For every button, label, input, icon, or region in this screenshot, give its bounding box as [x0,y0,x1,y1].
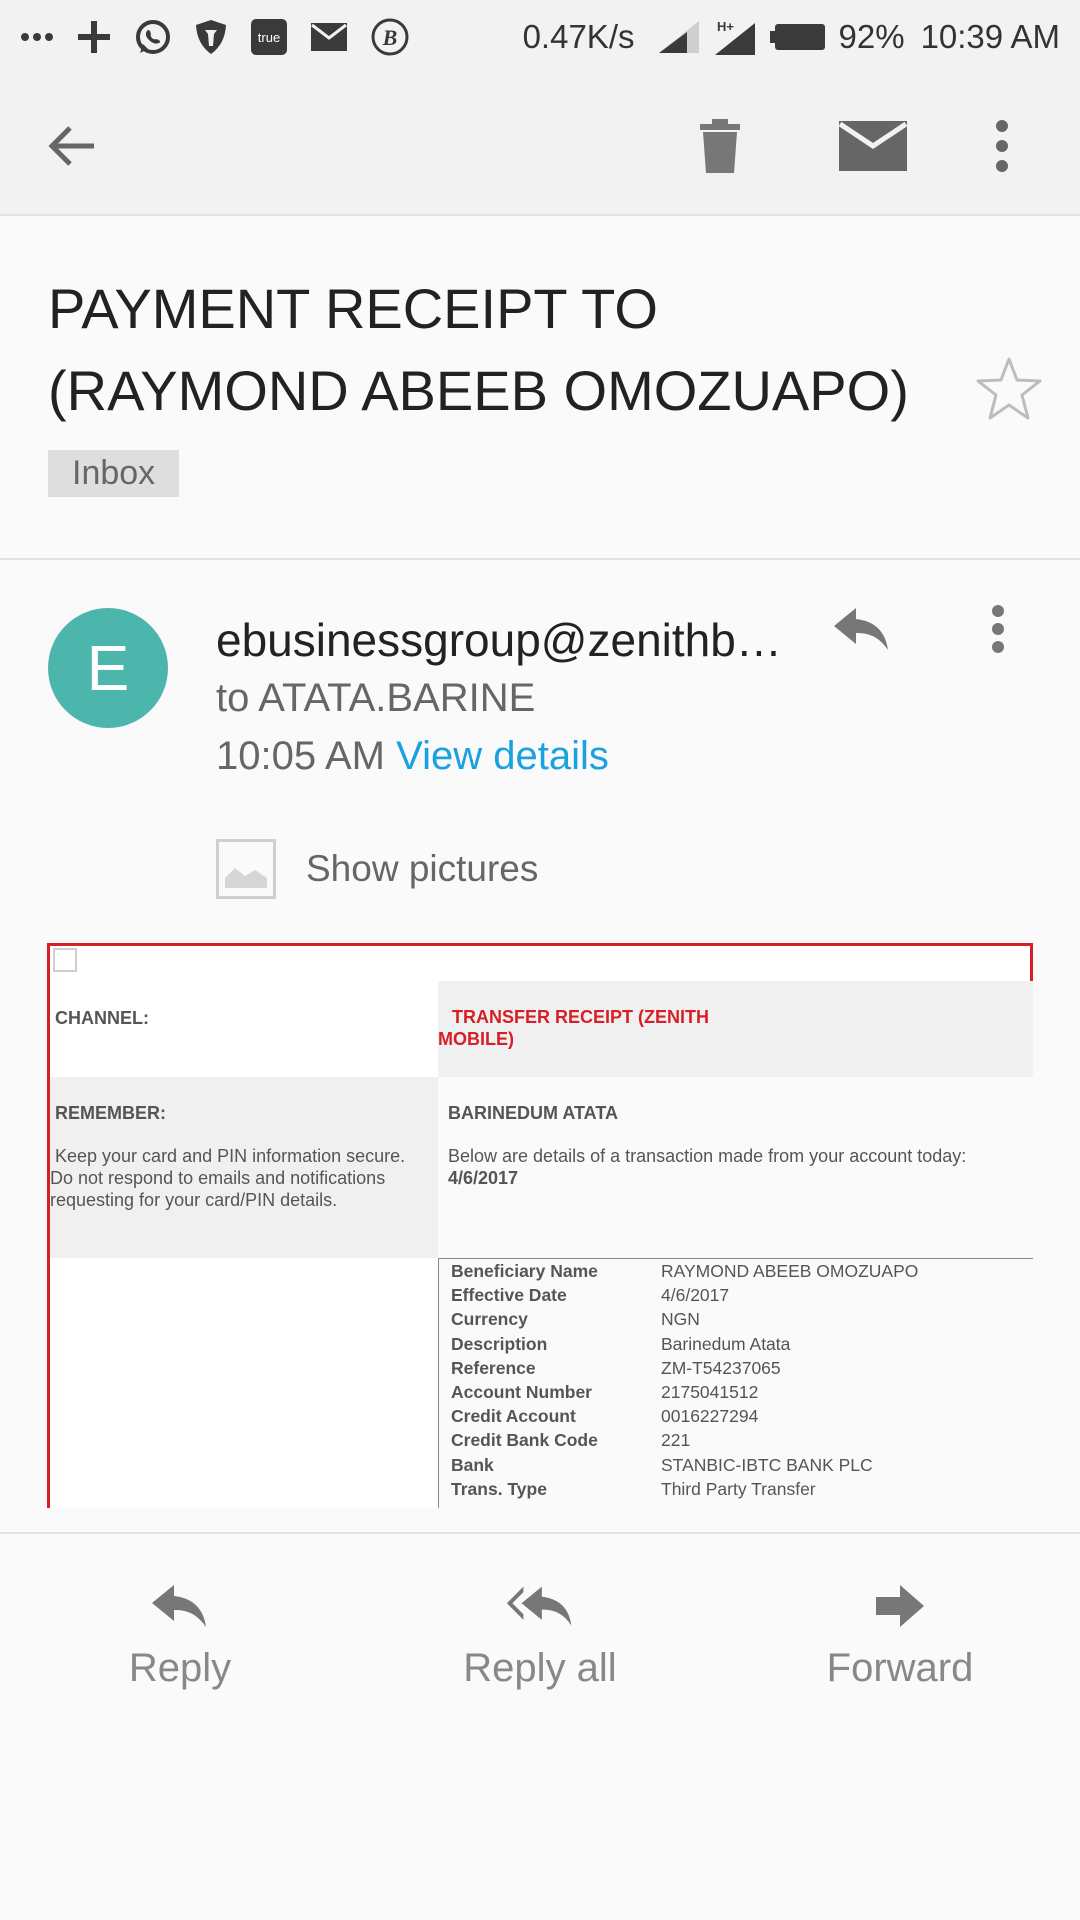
svg-text:true: true [258,30,280,45]
detail-key: Trans. Type [451,1478,547,1499]
detail-row: Currency NGN [439,1307,1033,1331]
detail-key: Credit Account [451,1406,576,1427]
trash-icon [700,119,740,173]
whatsapp-icon [134,18,172,56]
detail-value: Barinedum Atata [661,1333,791,1354]
shield-icon [194,18,228,56]
detail-row: Credit Account 0016227294 [439,1404,1033,1428]
channel-value-cell: TRANSFER RECEIPT (ZENITH MOBILE) [438,981,1033,1077]
detail-value: ZM-T54237065 [661,1357,781,1378]
svg-text:H+: H+ [717,19,734,34]
detail-row: Beneficiary Name RAYMOND ABEEB OMOZUAPO [439,1259,1033,1283]
detail-value: 4/6/2017 [661,1285,730,1306]
detail-key: Effective Date [451,1285,567,1306]
reply-all-action[interactable]: Reply all [420,1578,660,1698]
sent-time: 10:05 AM [216,734,386,778]
detail-row: Credit Bank Code 221 [439,1428,1033,1452]
reply-icon [152,1585,206,1627]
detail-value: NGN [661,1309,700,1330]
app-bar [0,74,1080,216]
battery-icon [769,22,827,52]
status-bar: true B 0.47K/s H+ 92% 10:39 AM [0,0,1080,74]
reply-all-icon [506,1586,572,1626]
intro-cell: BARINEDUM ATATA Below are details of a t… [438,1077,1033,1258]
email-subject: PAYMENT RECEIPT TO (RAYMOND ABEEB OMOZUA… [48,277,909,422]
svg-text:B: B [382,25,398,50]
divider [0,558,1080,560]
details-spacer-cell [50,1258,438,1508]
detail-value: 2175041512 [661,1381,759,1402]
remember-cell: REMEMBER: Keep your card and PIN informa… [50,1077,438,1258]
detail-row: Trans. Type Third Party Transfer [439,1477,1033,1501]
mail-icon [310,22,348,52]
channel-value: TRANSFER RECEIPT (ZENITH MOBILE) [438,1007,710,1049]
image-placeholder-icon [216,839,276,899]
signal-icon [657,19,701,55]
detail-value: 0016227294 [661,1406,759,1427]
detail-row: Bank STANBIC-IBTC BANK PLC [439,1453,1033,1477]
reply-action[interactable]: Reply [60,1578,300,1698]
detail-key: Account Number [451,1381,592,1402]
remember-text: Keep your card and PIN information secur… [50,1146,406,1210]
detail-key: Currency [451,1309,528,1330]
more-vert-icon [996,120,1008,172]
reply-icon [834,608,888,650]
star-button[interactable] [975,355,1043,423]
detail-value: RAYMOND ABEEB OMOZUAPO [661,1261,919,1281]
signal-h-plus-icon: H+ [713,17,757,57]
avatar[interactable]: E [48,608,168,728]
mail-envelope-icon [838,121,908,171]
more-dots-icon [20,32,54,42]
intro-date: 4/6/2017 [448,1168,519,1188]
detail-key: Description [451,1333,548,1354]
delete-button[interactable] [684,110,756,182]
detail-value: 221 [661,1430,691,1451]
forward-arrow-icon [876,1585,924,1627]
detail-value: Third Party Transfer [661,1478,816,1499]
view-details-link[interactable]: View details [396,734,609,778]
battery-percent: 92% [838,18,905,55]
reply-label: Reply [128,1646,232,1690]
star-icon [976,357,1042,420]
sent-time-line: 10:05 AM View details [216,728,609,784]
detail-key: Credit Bank Code [451,1430,598,1451]
detail-row: Effective Date 4/6/2017 [439,1283,1033,1307]
recipient-line: to ATATA.BARINE [216,676,536,720]
reply-all-label: Reply all [463,1646,617,1690]
detail-key: Bank [451,1454,494,1475]
true-icon: true [250,18,288,56]
more-vert-icon [992,605,1004,653]
forward-action[interactable]: Forward [780,1578,1020,1698]
detail-row: Reference ZM-T54237065 [439,1356,1033,1380]
transaction-details-table: Beneficiary Name RAYMOND ABEEB OMOZUAPO Ef… [438,1258,1033,1508]
forward-label: Forward [826,1646,974,1690]
mark-unread-button[interactable] [828,110,918,182]
back-arrow-icon [48,126,94,166]
label-chip[interactable]: Inbox [48,450,180,497]
reply-button[interactable] [830,604,900,664]
detail-value: STANBIC-IBTC BANK PLC [661,1454,873,1475]
detail-key: Reference [451,1357,536,1378]
clock: 10:39 AM [920,18,1060,55]
message-menu-button[interactable] [990,604,1026,664]
show-pictures-button[interactable]: Show pictures [216,838,538,900]
intro-text: Below are details of a transaction made … [448,1146,967,1188]
broken-image-icon [53,948,77,972]
show-pictures-label: Show pictures [306,848,539,889]
detail-row: Description Barinedum Atata [439,1332,1033,1356]
sender-name[interactable]: ebusinessgroup@zenithb… [216,612,796,668]
customer-name: BARINEDUM ATATA [448,1103,618,1123]
remember-label: REMEMBER: [55,1103,166,1123]
plus-icon [76,19,112,55]
detail-key: Beneficiary Name [451,1261,598,1281]
channel-label-cell: CHANNEL: [50,981,438,1077]
net-speed: 0.47K/s [522,18,635,55]
email-body-receipt: CHANNEL: TRANSFER RECEIPT (ZENITH MOBILE… [47,943,1033,1508]
overflow-menu-button[interactable] [966,110,1038,182]
b-badge-icon: B [370,17,410,57]
channel-label: CHANNEL: [55,1008,149,1028]
back-button[interactable] [36,110,108,182]
detail-row: Account Number 2175041512 [439,1380,1033,1404]
divider [0,1532,1080,1534]
